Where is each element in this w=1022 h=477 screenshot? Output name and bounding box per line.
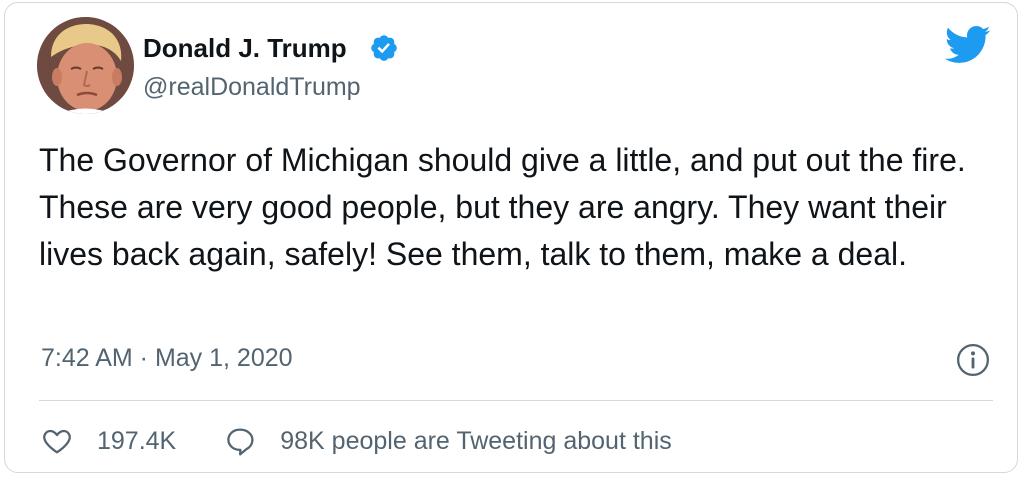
avatar-portrait: [37, 17, 134, 114]
verified-badge-icon: [371, 35, 397, 61]
author-handle[interactable]: @realDonaldTrump: [143, 73, 361, 102]
tweeting-button[interactable]: 98K people are Tweeting about this: [224, 425, 672, 457]
speech-bubble-icon[interactable]: [224, 425, 256, 457]
avatar[interactable]: [37, 17, 134, 114]
info-icon[interactable]: [956, 343, 990, 377]
tweet-card[interactable]: Donald J. Trump @realDonaldTrump The Gov…: [4, 2, 1018, 473]
tweet-timestamp[interactable]: 7:42 AM · May 1, 2020: [41, 344, 293, 373]
like-button[interactable]: 197.4K: [41, 425, 176, 457]
heart-icon[interactable]: [41, 425, 73, 457]
twitter-bird-icon[interactable]: [945, 25, 991, 65]
like-count[interactable]: 197.4K: [97, 427, 176, 456]
divider: [39, 400, 993, 401]
tweet-text: The Governor of Michigan should give a l…: [39, 142, 966, 272]
tweeting-about-text[interactable]: 98K people are Tweeting about this: [280, 427, 672, 456]
action-bar: 197.4K 98K people are Tweeting about thi…: [41, 421, 672, 461]
author-name[interactable]: Donald J. Trump: [143, 33, 347, 64]
